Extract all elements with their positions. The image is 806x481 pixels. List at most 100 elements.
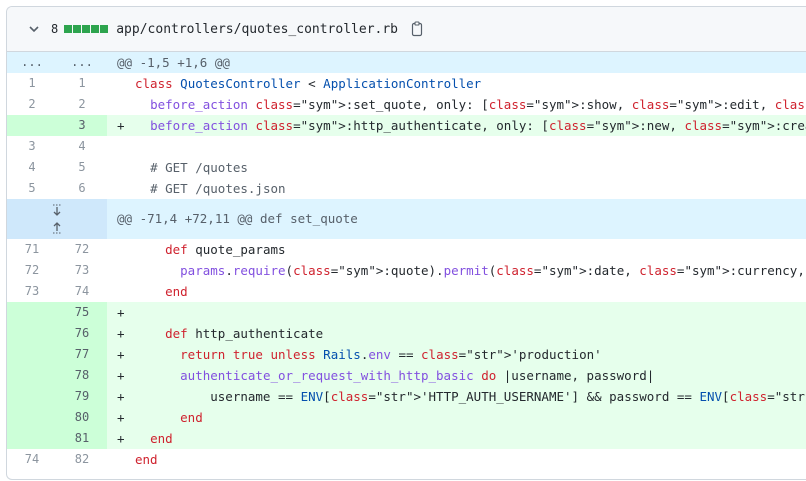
code-text: def quote_params	[165, 242, 286, 257]
expand-up-icon[interactable]	[51, 220, 63, 234]
code-line: + end	[107, 407, 806, 428]
old-line-number[interactable]: 1	[7, 73, 57, 94]
new-line-number[interactable]: 73	[57, 260, 107, 281]
new-line-number[interactable]: 75	[57, 302, 107, 323]
added-line: 78 + authenticate_or_request_with_http_ba…	[7, 365, 806, 386]
diff-sign	[117, 178, 135, 199]
new-line-number[interactable]: 6	[57, 178, 107, 199]
code-text: before_action class="sym">:http_authenti…	[150, 118, 806, 133]
context-line: 22 before_action class="sym">:set_quote,…	[7, 94, 806, 115]
code-line: + authenticate_or_request_with_http_basi…	[107, 365, 806, 386]
context-line: 72 73 params.require(class="sym">:quote).…	[7, 260, 806, 281]
code-line: # GET /quotes.json	[107, 178, 806, 199]
context-line: 11 class QuotesController < ApplicationC…	[7, 73, 806, 94]
old-line-number[interactable]: 3	[7, 136, 57, 157]
old-line-number[interactable]	[7, 365, 57, 386]
diff-sign	[117, 449, 135, 470]
diff-sign: +	[117, 347, 125, 362]
diff-sign	[117, 73, 135, 94]
old-line-number[interactable]: 4	[7, 157, 57, 178]
new-line-number[interactable]: 78	[57, 365, 107, 386]
code-text: # GET /quotes	[150, 160, 248, 175]
code-text: return true unless Rails.env == class="s…	[180, 347, 602, 362]
expand-button[interactable]	[7, 199, 107, 239]
new-line-number[interactable]: 2	[57, 94, 107, 115]
diff-sign	[117, 260, 135, 281]
hunk-header: @@ -71,4 +72,11 @@ def set_quote	[7, 199, 806, 239]
new-line-number[interactable]: 74	[57, 281, 107, 302]
added-line: 79 + username == ENV[class="str">'HTTP_AU…	[7, 386, 806, 407]
old-line-number[interactable]: 73	[7, 281, 57, 302]
hunk-expand-right[interactable]: ...	[57, 52, 107, 73]
changes-count: 8	[51, 22, 59, 36]
code-text: # GET /quotes.json	[150, 181, 286, 196]
new-line-number[interactable]: 72	[57, 239, 107, 260]
context-line: 45 # GET /quotes	[7, 157, 806, 178]
diff-sign: +	[117, 305, 125, 320]
added-line: 76 + def http_authenticate	[7, 323, 806, 344]
code-line: + def http_authenticate	[107, 323, 806, 344]
diff-sign: +	[117, 410, 125, 425]
new-line-number[interactable]: 3	[57, 115, 107, 136]
hunk-header-text: @@ -71,4 +72,11 @@ def set_quote	[107, 199, 806, 239]
context-line: 56 # GET /quotes.json	[7, 178, 806, 199]
old-line-number[interactable]: 5	[7, 178, 57, 199]
old-line-number[interactable]	[7, 386, 57, 407]
new-line-number[interactable]: 79	[57, 386, 107, 407]
new-line-number[interactable]: 80	[57, 407, 107, 428]
new-line-number[interactable]: 76	[57, 323, 107, 344]
old-line-number[interactable]	[7, 302, 57, 323]
new-line-number[interactable]: 77	[57, 344, 107, 365]
old-line-number[interactable]	[7, 323, 57, 344]
code-line: + return true unless Rails.env == class=…	[107, 344, 806, 365]
old-line-number[interactable]: 2	[7, 94, 57, 115]
old-line-number[interactable]	[7, 115, 57, 136]
added-line: 75 +	[7, 302, 806, 323]
context-line: 71 72 def quote_params	[7, 239, 806, 260]
code-line: before_action class="sym">:set_quote, on…	[107, 94, 806, 115]
diff-file: 8 app/controllers/quotes_controller.rb .…	[6, 6, 806, 480]
old-line-number[interactable]	[7, 344, 57, 365]
code-line: # GET /quotes	[107, 157, 806, 178]
added-line: 77 + return true unless Rails.env == clas…	[7, 344, 806, 365]
added-line: 80 + end	[7, 407, 806, 428]
diff-sign: +	[117, 326, 125, 341]
code-text: end	[150, 431, 173, 446]
code-text: authenticate_or_request_with_http_basic …	[180, 368, 655, 383]
old-line-number[interactable]: 72	[7, 260, 57, 281]
code-line: end	[107, 449, 806, 470]
code-text: params.require(class="sym">:quote).permi…	[180, 263, 806, 278]
code-line: class QuotesController < ApplicationCont…	[107, 73, 806, 94]
code-text: class QuotesController < ApplicationCont…	[135, 76, 482, 91]
code-text: username == ENV[class="str">'HTTP_AUTH_U…	[135, 389, 806, 404]
old-line-number[interactable]	[7, 428, 57, 449]
copy-icon[interactable]	[410, 21, 424, 37]
code-text: def http_authenticate	[165, 326, 324, 341]
code-line: end	[107, 281, 806, 302]
code-text: before_action class="sym">:set_quote, on…	[150, 97, 806, 112]
code-text: end	[180, 410, 203, 425]
file-path[interactable]: app/controllers/quotes_controller.rb	[116, 22, 398, 37]
diff-sign	[117, 94, 135, 115]
diff-sign	[117, 239, 135, 260]
chevron-down-icon[interactable]	[27, 22, 41, 36]
hunk-header-text: @@ -1,5 +1,6 @@	[107, 52, 806, 73]
new-line-number[interactable]: 82	[57, 449, 107, 470]
hunk-expand-left[interactable]: ...	[7, 52, 57, 73]
added-line: 81 + end	[7, 428, 806, 449]
context-line: 73 74 end	[7, 281, 806, 302]
code-text: end	[165, 284, 188, 299]
new-line-number[interactable]: 5	[57, 157, 107, 178]
diff-sign	[117, 157, 135, 178]
old-line-number[interactable]: 74	[7, 449, 57, 470]
new-line-number[interactable]: 4	[57, 136, 107, 157]
new-line-number[interactable]: 1	[57, 73, 107, 94]
diff-sign	[117, 281, 135, 302]
new-line-number[interactable]: 81	[57, 428, 107, 449]
old-line-number[interactable]: 71	[7, 239, 57, 260]
old-line-number[interactable]	[7, 407, 57, 428]
expand-down-icon[interactable]	[51, 204, 63, 218]
code-line	[107, 136, 806, 157]
diffstat-bars	[64, 25, 109, 33]
hunk-header: ... ... @@ -1,5 +1,6 @@	[7, 52, 806, 73]
